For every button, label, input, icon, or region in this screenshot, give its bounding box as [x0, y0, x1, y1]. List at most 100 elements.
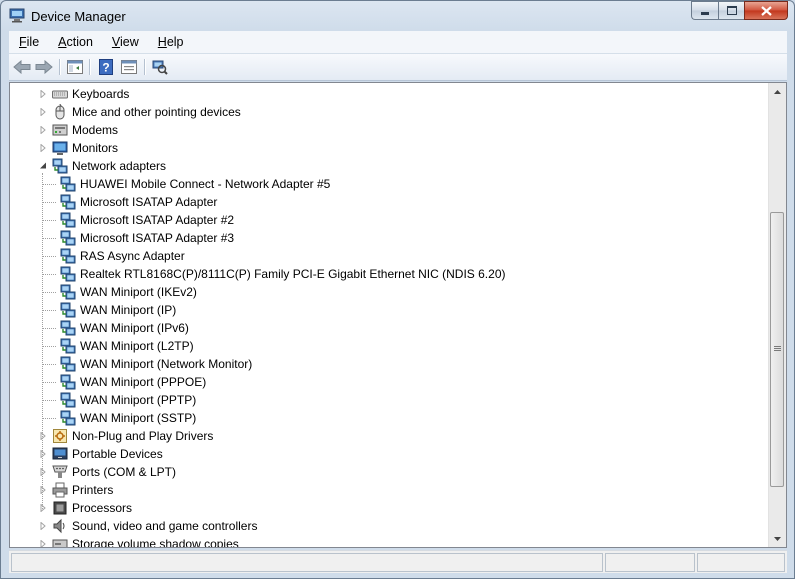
menu-help[interactable]: Help	[148, 31, 193, 53]
menu-file[interactable]: File	[9, 31, 48, 53]
menu-action-label: ction	[66, 35, 93, 49]
tree-item-printers[interactable]: Printers	[40, 481, 113, 499]
forward-button[interactable]	[35, 58, 53, 76]
tree-item-portable-devices[interactable]: Portable Devices	[40, 445, 163, 463]
tree-item-network-adapter[interactable]: Microsoft ISATAP Adapter #3	[42, 229, 234, 247]
tree-item-processors[interactable]: Processors	[40, 499, 132, 517]
tree-item-network-adapter[interactable]: WAN Miniport (PPPOE)	[42, 373, 206, 391]
expand-arrow-icon[interactable]	[38, 89, 47, 98]
help-button[interactable]: ?	[97, 58, 115, 76]
tree-item-label: RAS Async Adapter	[80, 249, 185, 263]
expand-arrow-icon[interactable]	[38, 143, 47, 152]
minimize-button[interactable]	[691, 1, 718, 20]
expand-arrow-icon[interactable]	[38, 485, 47, 494]
expand-arrow-icon[interactable]	[38, 431, 47, 440]
close-icon	[760, 5, 772, 16]
close-button[interactable]	[744, 1, 788, 20]
tree-item-network-adapter[interactable]: WAN Miniport (IKEv2)	[42, 283, 197, 301]
tree-connector-line	[42, 237, 56, 239]
tree-item-label: Mice and other pointing devices	[72, 105, 241, 119]
vertical-scrollbar[interactable]	[768, 83, 786, 547]
menu-view-label: iew	[120, 35, 139, 49]
thumb-grip	[774, 350, 781, 351]
tree-item-label: WAN Miniport (IPv6)	[80, 321, 189, 335]
tree-item-network-adapter[interactable]: WAN Miniport (IP)	[42, 301, 176, 319]
tree-item-network-adapter[interactable]: HUAWEI Mobile Connect - Network Adapter …	[42, 175, 330, 193]
tree-item-label: Monitors	[72, 141, 119, 155]
storage-icon	[52, 539, 68, 547]
status-panel	[697, 553, 785, 572]
tree-item-network-adapter[interactable]: Microsoft ISATAP Adapter #2	[42, 211, 234, 229]
tree-item-network-adapter[interactable]: WAN Miniport (L2TP)	[42, 337, 194, 355]
menu-view-mnemonic: V	[111, 35, 121, 49]
modem-icon	[52, 124, 68, 136]
collapse-arrow-icon[interactable]	[38, 161, 47, 170]
network-adapter-icon	[60, 194, 76, 210]
tree-item-network-adapter[interactable]: WAN Miniport (PPTP)	[42, 391, 196, 409]
tree-item-monitors[interactable]: Monitors	[40, 139, 118, 157]
tree-item-non-plug-and-play-drivers[interactable]: Non-Plug and Play Drivers	[40, 427, 213, 445]
expand-arrow-icon[interactable]	[38, 503, 47, 512]
monitor-icon	[52, 141, 68, 155]
minimize-icon	[701, 12, 709, 15]
show-hide-console-tree-button[interactable]	[66, 58, 84, 76]
scroll-down-icon	[774, 536, 781, 541]
expand-arrow-icon[interactable]	[38, 125, 47, 134]
printer-icon	[52, 482, 68, 498]
tree-item-network-adapter[interactable]: Microsoft ISATAP Adapter	[42, 193, 217, 211]
menu-view[interactable]: View	[102, 31, 148, 53]
expand-arrow-icon[interactable]	[38, 467, 47, 476]
tree-item-label: Microsoft ISATAP Adapter #3	[80, 231, 235, 245]
tree-item-label: Portable Devices	[72, 447, 163, 461]
tree-item-network-adapter[interactable]: Realtek RTL8168C(P)/8111C(P) Family PCI-…	[42, 265, 505, 283]
scan-hardware-changes-button[interactable]	[151, 58, 169, 76]
network-adapter-icon	[60, 176, 76, 192]
tree-connector-line	[42, 291, 56, 293]
network-adapter-icon	[60, 266, 76, 282]
title-bar[interactable]: Device Manager	[1, 1, 794, 31]
tree-item-label: Storage volume shadow copies	[72, 537, 239, 548]
tree-item-network-adapter[interactable]: RAS Async Adapter	[42, 247, 185, 265]
tree-item-modems[interactable]: Modems	[40, 121, 118, 139]
svg-text:?: ?	[102, 61, 109, 75]
tree-item-network-adapter[interactable]: WAN Miniport (Network Monitor)	[42, 355, 252, 373]
tree-item-label: Ports (COM & LPT)	[72, 465, 177, 479]
menu-action[interactable]: Action	[48, 31, 102, 53]
tree-item-network-adapter[interactable]: WAN Miniport (SSTP)	[42, 409, 196, 427]
tree-item-label: Microsoft ISATAP Adapter #2	[80, 213, 235, 227]
expand-arrow-icon[interactable]	[38, 539, 47, 547]
scroll-thumb[interactable]	[770, 212, 784, 487]
properties-button[interactable]	[120, 58, 138, 76]
network-adapter-icon	[52, 158, 68, 174]
back-icon	[13, 60, 31, 74]
expand-arrow-icon[interactable]	[38, 449, 47, 458]
tree-connector-line	[42, 417, 56, 419]
tree-item-storage-volume-shadow-copies[interactable]: Storage volume shadow copies	[38, 535, 239, 548]
menu-bar: File Action View Help	[9, 31, 787, 54]
tree-connector-line	[42, 201, 56, 203]
tree-item-network-adapters[interactable]: Network adapters	[38, 157, 166, 175]
tree-item-sound-video-game[interactable]: Sound, video and game controllers	[40, 517, 257, 535]
expand-arrow-icon[interactable]	[38, 107, 47, 116]
scroll-up-button[interactable]	[769, 83, 786, 100]
back-button[interactable]	[13, 58, 31, 76]
device-tree[interactable]: Keyboards Mice and other pointing device…	[9, 82, 787, 548]
tree-item-network-adapter[interactable]: WAN Miniport (IPv6)	[42, 319, 189, 337]
tree-item-label: Sound, video and game controllers	[72, 519, 258, 533]
scroll-up-icon	[774, 89, 781, 94]
tree-item-ports[interactable]: Ports (COM & LPT)	[40, 463, 176, 481]
maximize-button[interactable]	[718, 1, 744, 20]
thumb-grip	[774, 348, 781, 349]
scroll-down-button[interactable]	[769, 530, 786, 547]
network-adapter-icon	[60, 320, 76, 336]
tree-item-label: Non-Plug and Play Drivers	[72, 429, 214, 443]
non-plug-and-play-icon	[53, 429, 67, 443]
toolbar: ?	[9, 54, 787, 81]
network-adapter-icon	[60, 374, 76, 390]
expand-arrow-icon[interactable]	[38, 521, 47, 530]
tree-connector-line	[42, 273, 56, 275]
network-adapter-icon	[60, 356, 76, 372]
tree-item-keyboards[interactable]: Keyboards	[40, 85, 129, 103]
tree-item-mice[interactable]: Mice and other pointing devices	[40, 103, 241, 121]
processor-icon	[53, 501, 67, 515]
